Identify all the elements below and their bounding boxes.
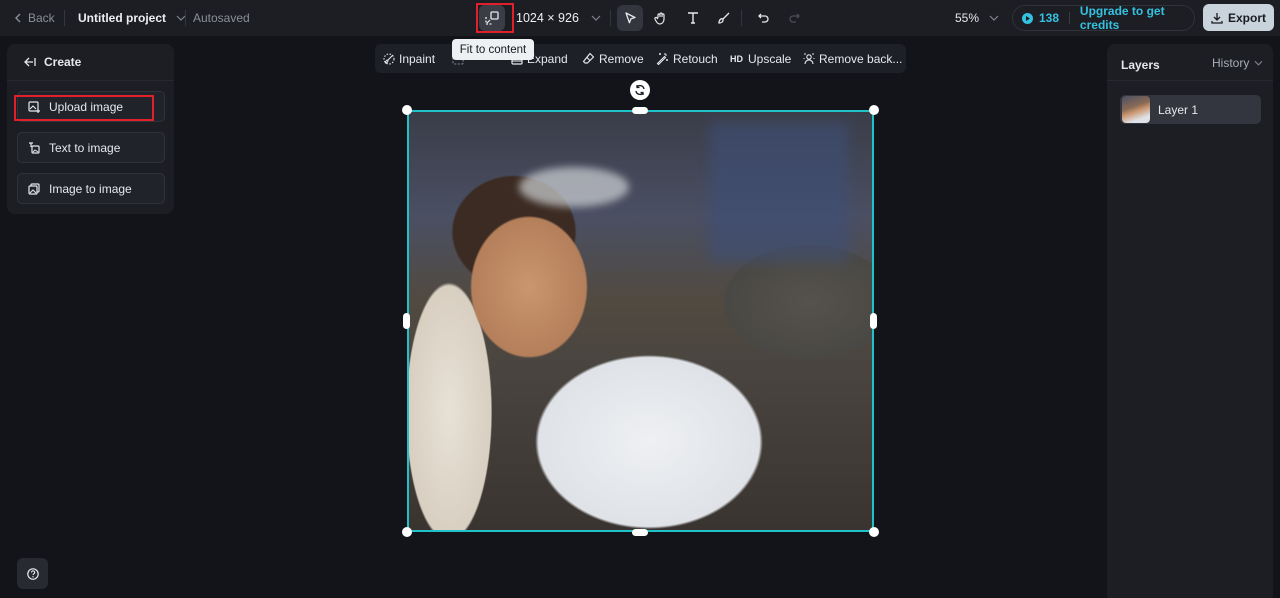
back-label: Back	[28, 11, 55, 25]
zoom-dropdown[interactable]: 55%	[955, 0, 999, 36]
chevron-down-icon	[989, 15, 999, 21]
hand-icon	[654, 11, 668, 25]
chevron-down-icon	[591, 15, 601, 21]
highlight-box	[14, 95, 154, 121]
remove-background-label: Remove back...	[819, 51, 903, 66]
layer-name: Layer 1	[1158, 102, 1199, 117]
text-to-image-icon	[28, 141, 40, 154]
retouch-button[interactable]: Retouch	[656, 44, 718, 73]
upscale-button[interactable]: HD Upscale	[730, 44, 791, 73]
text-tool-button[interactable]	[680, 5, 706, 31]
remove-label: Remove	[599, 51, 644, 66]
layers-panel-header: Layers History	[1107, 44, 1273, 81]
canvas-size-dropdown[interactable]: 1024 × 926	[516, 0, 601, 36]
highlight-box	[476, 3, 514, 33]
inpaint-button[interactable]: Inpaint	[383, 44, 435, 73]
divider	[64, 10, 65, 26]
hd-icon: HD	[730, 53, 743, 64]
inpaint-icon	[383, 52, 395, 65]
rotate-handle[interactable]	[630, 80, 650, 100]
collapse-left-icon	[24, 57, 36, 67]
text-to-image-button[interactable]: Text to image	[17, 132, 165, 163]
back-button[interactable]: Back	[14, 0, 55, 36]
history-dropdown[interactable]: History	[1212, 56, 1263, 70]
layers-panel: Layers History Layer 1	[1107, 44, 1273, 598]
fit-to-content-tooltip: Fit to content	[452, 39, 534, 60]
remove-button[interactable]: Remove	[582, 44, 644, 73]
chevron-left-icon	[14, 13, 22, 23]
create-panel-header[interactable]: Create	[7, 44, 174, 81]
remove-background-icon	[803, 53, 815, 65]
credits-icon	[1022, 12, 1033, 24]
image-to-image-icon	[28, 182, 40, 195]
layer-thumbnail	[1122, 96, 1150, 123]
project-title-dropdown[interactable]: Untitled project	[78, 0, 186, 36]
brush-icon	[717, 11, 731, 25]
zoom-level: 55%	[955, 11, 980, 25]
redo-icon	[787, 11, 801, 25]
photo-background-detail	[709, 122, 849, 262]
text-icon	[686, 11, 700, 25]
resize-handle-bottom-right[interactable]	[869, 527, 879, 537]
credits-pill[interactable]: 138 Upgrade to get credits	[1012, 4, 1195, 32]
retouch-label: Retouch	[673, 51, 718, 66]
text-to-image-label: Text to image	[49, 140, 121, 155]
canvas-image-layer[interactable]	[407, 110, 874, 532]
select-tool-button[interactable]	[617, 5, 643, 31]
resize-handle-top-left[interactable]	[402, 105, 412, 115]
question-icon	[26, 567, 39, 580]
remove-background-button[interactable]: Remove back...	[803, 44, 902, 73]
resize-handle-bottom[interactable]	[632, 529, 648, 536]
divider	[185, 10, 186, 26]
export-button[interactable]: Export	[1203, 4, 1274, 31]
create-panel-title: Create	[44, 55, 82, 69]
hand-tool-button[interactable]	[648, 5, 674, 31]
pointer-icon	[623, 11, 637, 25]
image-to-image-label: Image to image	[49, 181, 132, 196]
redo-button[interactable]	[781, 5, 807, 31]
create-panel: Create Upload image Text to image Image …	[7, 44, 174, 214]
eraser-icon	[582, 52, 595, 65]
image-to-image-button[interactable]: Image to image	[17, 173, 165, 204]
photo-background-detail	[519, 167, 629, 207]
project-title: Untitled project	[78, 11, 167, 25]
magic-wand-icon	[656, 52, 669, 65]
divider	[610, 10, 611, 26]
layer-item[interactable]: Layer 1	[1120, 95, 1261, 124]
credits-count: 138	[1039, 11, 1060, 25]
resize-handle-top[interactable]	[632, 107, 648, 114]
upgrade-link[interactable]: Upgrade to get credits	[1080, 4, 1194, 32]
canvas-size: 1024 × 926	[516, 11, 579, 25]
resize-handle-left[interactable]	[403, 313, 410, 329]
help-button[interactable]	[17, 558, 48, 589]
brush-tool-button[interactable]	[711, 5, 737, 31]
undo-button[interactable]	[751, 5, 777, 31]
resize-handle-bottom-left[interactable]	[402, 527, 412, 537]
upscale-label: Upscale	[748, 51, 792, 66]
rotate-icon	[634, 84, 646, 96]
resize-handle-right[interactable]	[870, 313, 877, 329]
history-label: History	[1212, 56, 1250, 70]
undo-icon	[757, 11, 771, 25]
layers-title: Layers	[1121, 58, 1160, 72]
chevron-down-icon	[1254, 60, 1263, 66]
export-label: Export	[1227, 10, 1266, 25]
top-bar: Back Untitled project Autosaved 1024 × 9…	[0, 0, 1280, 36]
divider	[1069, 12, 1070, 24]
save-status: Autosaved	[193, 11, 250, 25]
resize-handle-top-right[interactable]	[869, 105, 879, 115]
inpaint-label: Inpaint	[399, 51, 436, 66]
download-icon	[1211, 12, 1223, 24]
divider	[741, 10, 742, 26]
